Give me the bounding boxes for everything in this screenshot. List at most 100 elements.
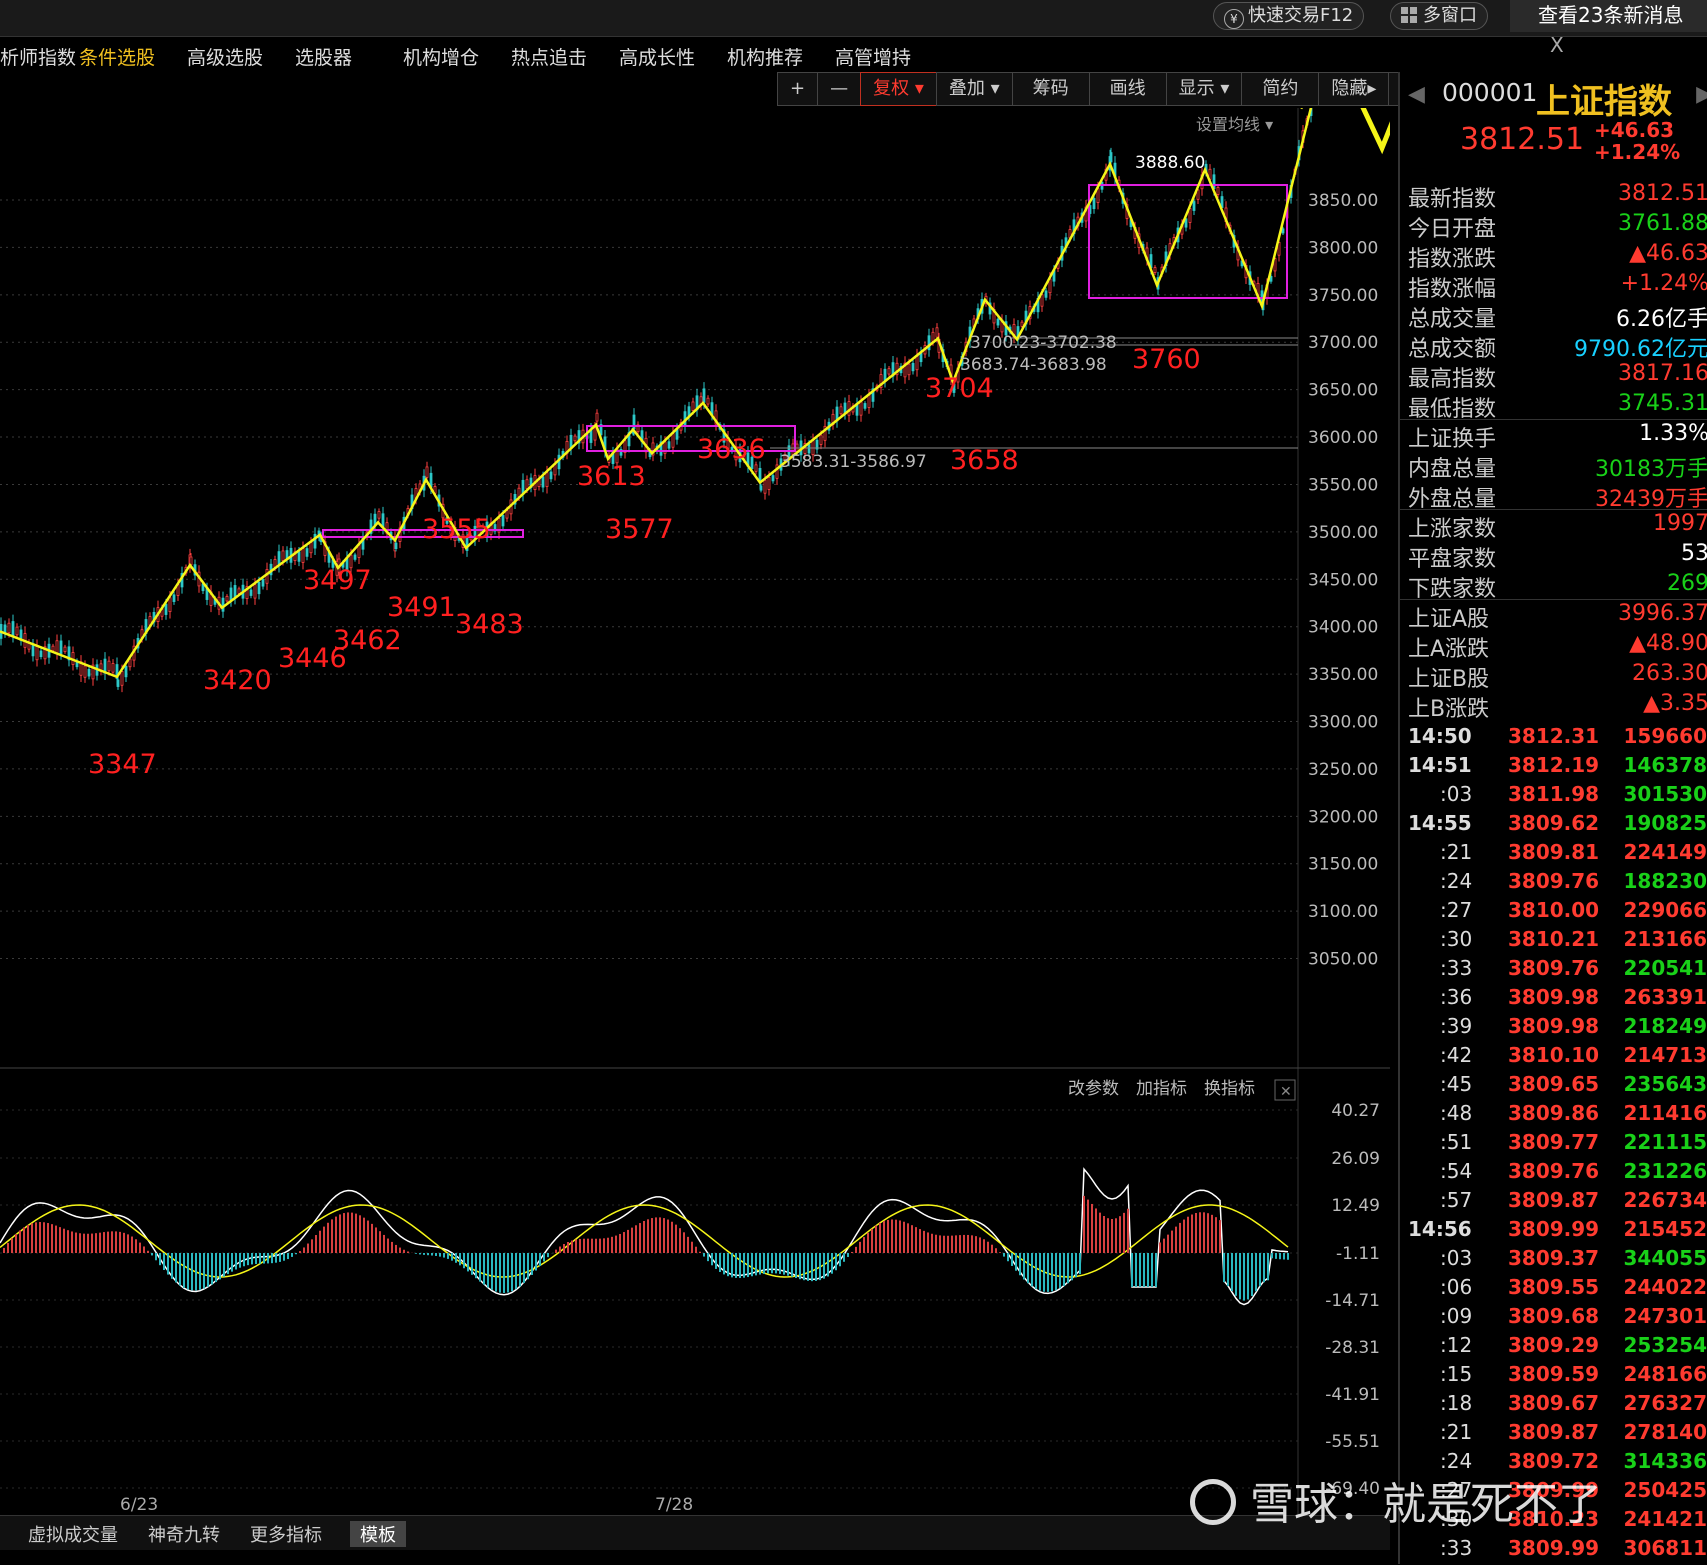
tick-row: :363809.98263391 (1400, 985, 1707, 1014)
tick-row: 14:503812.31159660 (1400, 724, 1707, 753)
tick-volume: 247301 (1624, 1304, 1707, 1328)
tick-price: 3809.86 (1508, 1101, 1608, 1125)
menu-high-growth[interactable]: 高成长性 (619, 43, 695, 70)
adjust-button[interactable]: 复权 ▾ (860, 72, 937, 106)
candle-body (932, 332, 934, 341)
quote-value: 3745.31 (1618, 391, 1707, 416)
tick-volume: 314336 (1624, 1449, 1707, 1473)
menu-executive-increase[interactable]: 高管增持 (835, 43, 911, 70)
price-label: 3600.00 (1308, 428, 1378, 448)
candle-body (1193, 202, 1195, 211)
tick-volume: 263391 (1624, 985, 1707, 1009)
price-label: 3200.00 (1308, 807, 1378, 827)
tick-price: 3809.62 (1508, 811, 1608, 835)
display-button[interactable]: 显示 ▾ (1166, 72, 1243, 106)
tick-time: 14:55 (1408, 811, 1488, 835)
hide-button[interactable]: 隐藏▸ (1318, 72, 1389, 106)
quick-trade-button[interactable]: ¥快速交易F12 (1213, 2, 1364, 30)
price-label: 3750.00 (1308, 286, 1378, 306)
edit-params-button[interactable]: 改参数 (1068, 1079, 1119, 1099)
chart-svg[interactable]: 设置均线 ▾ 3850.003800.003750.003700.003650.… (0, 108, 1390, 1522)
quote-row: 下跌家数269 (1400, 569, 1707, 600)
indicator-label: -1.11 (1336, 1244, 1380, 1264)
tick-volume: 344055 (1624, 1246, 1707, 1270)
candle-body (546, 473, 548, 487)
quote-row: 指数涨幅+1.24% (1400, 269, 1707, 299)
range-label-1: 3700.23-3702.38 (970, 333, 1117, 353)
tick-volume: 221115 (1624, 1130, 1707, 1154)
menu-condition-select[interactable]: 条件选股 (79, 43, 155, 70)
candle-body (250, 590, 252, 596)
menu-advanced-select[interactable]: 高级选股 (187, 43, 263, 70)
candle-body (1282, 229, 1284, 233)
tab-more-indicators[interactable]: 更多指标 (250, 1521, 322, 1547)
overlay-button[interactable]: 叠加 ▾ (936, 72, 1013, 106)
tab-virtual-volume[interactable]: 虚拟成交量 (28, 1521, 118, 1547)
candle-body (40, 651, 42, 657)
tab-template[interactable]: 模板 (350, 1521, 406, 1547)
add-indicator-button[interactable]: 加指标 (1136, 1079, 1187, 1099)
new-messages-button[interactable]: 查看23条新消息X (1510, 0, 1707, 32)
indicator-label: -41.91 (1325, 1385, 1380, 1405)
multi-window-button[interactable]: 多窗口 (1390, 2, 1488, 30)
quote-value: 3761.88 (1618, 211, 1707, 236)
candle-body (226, 596, 228, 601)
candle-body (282, 551, 284, 561)
chips-button[interactable]: 筹码 (1012, 72, 1090, 106)
candle-body (550, 472, 552, 479)
candle-body (354, 555, 356, 559)
tick-price: 3812.31 (1508, 724, 1608, 748)
switch-indicator-button[interactable]: 换指标 (1204, 1079, 1255, 1099)
tick-volume: 214713 (1624, 1043, 1707, 1067)
quote-row: 内盘总量30183万手 (1400, 449, 1707, 479)
tick-row: :303810.21213166 (1400, 927, 1707, 956)
draw-line-button[interactable]: 画线 (1089, 72, 1167, 106)
quote-value: 269 (1667, 571, 1707, 596)
simple-button[interactable]: 简约 (1241, 72, 1319, 106)
zoom-in-button[interactable]: + (777, 72, 818, 106)
tab-magic-nine[interactable]: 神奇九转 (148, 1521, 220, 1547)
candle-body (1021, 322, 1023, 326)
ma-setting[interactable]: 设置均线 ▾ (1196, 115, 1273, 134)
quote-row: 指数涨跌▲46.63 (1400, 239, 1707, 269)
price-annotation: 3760 (1132, 344, 1201, 375)
candle-body (378, 512, 380, 519)
menu-stock-selector[interactable]: 选股器 (295, 43, 352, 70)
quote-row: 平盘家数53 (1400, 539, 1707, 569)
zoom-out-button[interactable]: — (817, 72, 861, 106)
chart-area[interactable]: 设置均线 ▾ 3850.003800.003750.003700.003650.… (0, 108, 1390, 1522)
tick-price: 3809.98 (1508, 1014, 1608, 1038)
price-label: 3150.00 (1308, 855, 1378, 875)
candle-body (258, 582, 260, 593)
tick-price: 3810.21 (1508, 927, 1608, 951)
tick-volume: 211416 (1624, 1101, 1707, 1125)
range-box-top (1089, 185, 1287, 298)
x-label-1: 6/23 (120, 1495, 158, 1515)
menu-institution-increase[interactable]: 机构增仓 (403, 43, 479, 70)
candle-body (125, 666, 127, 677)
quote-row: 上涨家数1997 (1400, 509, 1707, 539)
close-icon[interactable]: X (1550, 33, 1564, 57)
macd-histogram (0, 1196, 1288, 1301)
tick-price: 3809.87 (1508, 1420, 1608, 1444)
indicator-label: 12.49 (1331, 1196, 1380, 1216)
candle-body (864, 403, 866, 408)
tick-row: :243809.76188230 (1400, 869, 1707, 898)
price-annotation: 3420 (203, 665, 272, 696)
menu-hot-chase[interactable]: 热点追击 (511, 43, 587, 70)
prev-arrow-icon[interactable]: ◀ (1408, 82, 1425, 107)
next-arrow-icon[interactable]: ▶ (1696, 82, 1707, 107)
quote-value: 1997 (1653, 511, 1707, 536)
candle-body (888, 369, 890, 374)
candle-body (760, 486, 762, 490)
tick-price: 3810.00 (1508, 898, 1608, 922)
menu-institution-recommend[interactable]: 机构推荐 (727, 43, 803, 70)
top-bar: ¥快速交易F12 多窗口 查看23条新消息X (0, 0, 1707, 37)
menu-analyst-index[interactable]: 析师指数 (0, 43, 76, 70)
price-label: 3850.00 (1308, 191, 1378, 211)
price-annotation: 3462 (333, 625, 402, 656)
candle-body (12, 622, 14, 636)
indicator-label: 40.27 (1331, 1101, 1380, 1121)
quote-label: 上B涨跌 (1408, 691, 1489, 723)
candle-body (912, 363, 914, 370)
